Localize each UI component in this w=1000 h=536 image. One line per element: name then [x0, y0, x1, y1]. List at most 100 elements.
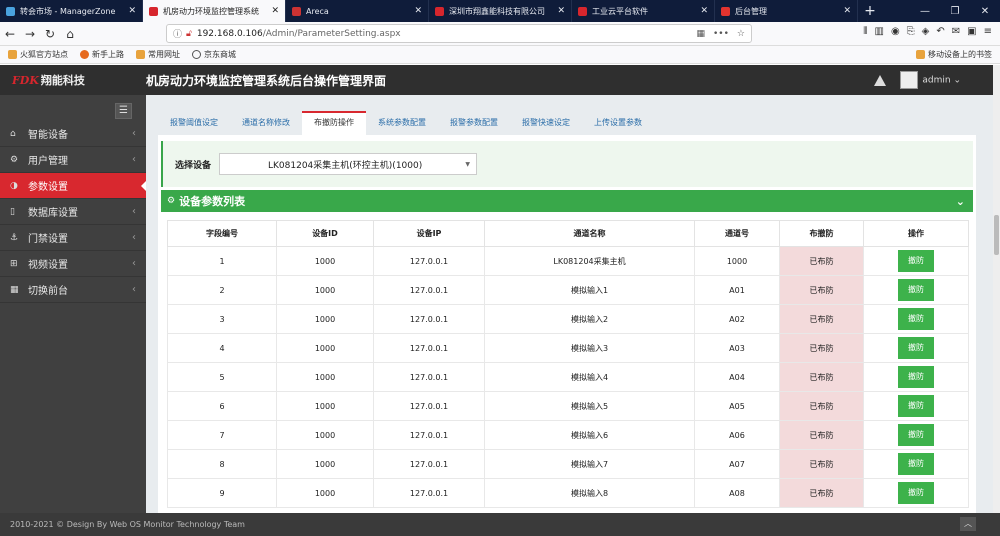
close-tab-icon[interactable]: ✕ [700, 6, 708, 16]
minimize-icon[interactable]: — [910, 0, 940, 22]
table-cell: 已布防 [779, 449, 864, 479]
user-menu[interactable]: admin ⌄ [900, 71, 961, 89]
close-window-icon[interactable]: ✕ [970, 0, 1000, 22]
table-cell: 已布防 [779, 333, 864, 363]
undo-icon[interactable]: ↶ [936, 26, 944, 37]
table-cell: 已布防 [779, 275, 864, 305]
settings-tab[interactable]: 系统参数配置 [366, 111, 438, 135]
browser-tab[interactable]: 工业云平台软件 ✕ [572, 0, 715, 22]
close-tab-icon[interactable]: ✕ [271, 6, 279, 16]
sidebar-item-label: 参数设置 [28, 182, 68, 193]
settings-tab[interactable]: 报警快速设定 [510, 111, 582, 135]
grid-icon: ▦ [10, 284, 19, 295]
scrollbar-thumb[interactable] [994, 215, 999, 255]
sidebar-item-label: 数据库设置 [28, 208, 78, 219]
sidebar-item[interactable]: ▯ 数据库设置 ‹ [0, 199, 146, 225]
settings-tab[interactable]: 报警阈值设定 [158, 111, 230, 135]
favicon-icon [6, 6, 15, 16]
table-cell: 1000 [276, 478, 374, 508]
address-bar[interactable]: ⓘ 🔓︎ 192.168.0.106/Admin/ParameterSettin… [166, 24, 752, 43]
sidebar-item[interactable]: ⊞ 视频设置 ‹ [0, 251, 146, 277]
table-cell: 已布防 [779, 391, 864, 421]
disarm-button[interactable]: 撤防 [898, 395, 934, 417]
settings-tab[interactable]: 上传设置参数 [582, 111, 654, 135]
disarm-button[interactable]: 撤防 [898, 453, 934, 475]
chat-icon[interactable]: ✉ [952, 26, 960, 37]
sidebar-item[interactable]: ⚙ 用户管理 ‹ [0, 147, 146, 173]
column-header: 操作 [863, 220, 969, 247]
window-controls: — ❐ ✕ [910, 0, 1000, 22]
avatar [900, 71, 919, 89]
home-icon[interactable]: ⌂ [60, 27, 80, 41]
table-cell: A01 [694, 275, 780, 305]
forward-icon[interactable]: → [20, 27, 40, 41]
qr-code-icon[interactable]: ▦ [696, 29, 705, 39]
disarm-button[interactable]: 撤防 [898, 482, 934, 504]
bookmark-jd[interactable]: 京东商城 [192, 49, 236, 60]
table-cell: A04 [694, 362, 780, 392]
disarm-button[interactable]: 撤防 [898, 424, 934, 446]
disarm-button[interactable]: 撤防 [898, 337, 934, 359]
bookmark-icon: ▯ [10, 206, 15, 217]
table-cell: 1000 [694, 246, 780, 276]
footer: 2010-2021 © Design By Web OS Monitor Tec… [0, 513, 1000, 536]
extension-icon[interactable]: ◈ [922, 26, 930, 37]
account-icon[interactable]: ◉ [891, 26, 900, 37]
action-cell: 撤防 [863, 362, 969, 392]
new-tab-button[interactable]: + [858, 0, 882, 22]
addon-icon[interactable]: ▣ [967, 26, 976, 37]
table-cell: 1000 [276, 275, 374, 305]
browser-tab[interactable]: 转会市场 - ManagerZone ✕ [0, 0, 143, 22]
table-cell: 127.0.0.1 [373, 420, 485, 450]
back-icon[interactable]: ← [0, 27, 20, 41]
page-actions-icon[interactable]: ••• [713, 29, 729, 39]
alert-icon[interactable] [874, 74, 887, 86]
sidebar-collapse-button[interactable]: ☰ [115, 103, 132, 119]
settings-tab[interactable]: 通道名称修改 [230, 111, 302, 135]
page-info-icon[interactable]: ⓘ [173, 27, 182, 40]
close-tab-icon[interactable]: ✕ [128, 6, 136, 16]
back-to-top-button[interactable]: ︿ [960, 517, 976, 531]
bookmark-firefox[interactable]: 火狐官方站点 [8, 49, 68, 60]
device-select[interactable]: LK081204采集主机(环控主机)(1000) ▼ [219, 153, 478, 175]
sidebar-item[interactable]: ⚓ 门禁设置 ‹ [0, 225, 146, 251]
settings-tab[interactable]: 报警参数配置 [438, 111, 510, 135]
page-scrollbar[interactable] [993, 65, 1000, 513]
sidebar-item[interactable]: ◑ 参数设置 [0, 173, 147, 199]
bookmark-common[interactable]: 常用网址 [136, 49, 180, 60]
settings-tab[interactable]: 布撤防操作 [302, 111, 366, 135]
screenshot-icon[interactable]: ⎘ [907, 26, 915, 37]
close-tab-icon[interactable]: ✕ [843, 6, 851, 16]
close-tab-icon[interactable]: ✕ [557, 6, 565, 16]
sidebar-toggle-icon[interactable]: ▥ [874, 26, 883, 37]
table-cell: 模拟输入7 [484, 449, 695, 479]
chevron-down-icon[interactable]: ⌄ [956, 195, 965, 208]
mobile-bookmarks[interactable]: 移动设备上的书签 [916, 49, 992, 60]
action-cell: 撤防 [863, 391, 969, 421]
browser-tab[interactable]: 深圳市翔鑫能科技有限公司 ✕ [429, 0, 572, 22]
parameter-table: 字段编号 设备ID 设备IP 通道名称 通道号 布撤防 操作 1 1000 127.0.0.1 L… [167, 220, 969, 508]
browser-tab-label: 工业云平台软件 [592, 6, 648, 16]
table-cell: A07 [694, 449, 780, 479]
reload-icon[interactable]: ↻ [40, 27, 60, 41]
disarm-button[interactable]: 撤防 [898, 366, 934, 388]
bookmark-getting-started[interactable]: 新手上路 [80, 49, 124, 60]
parameter-table-wrap: 字段编号 设备ID 设备IP 通道名称 通道号 布撤防 操作 1 1000 127.0.0.1 L… [167, 220, 969, 508]
menu-icon[interactable]: ≡ [984, 26, 992, 37]
sidebar-item[interactable]: ▦ 切换前台 ‹ [0, 277, 146, 303]
disarm-button[interactable]: 撤防 [898, 250, 934, 272]
browser-tab[interactable]: Areca ✕ [286, 0, 429, 22]
sidebar-item[interactable]: ⌂ 智能设备 ‹ [0, 121, 146, 147]
restore-icon[interactable]: ❐ [940, 0, 970, 22]
disarm-button[interactable]: 撤防 [898, 279, 934, 301]
library-icon[interactable]: ⫴ [863, 26, 867, 37]
close-tab-icon[interactable]: ✕ [414, 6, 422, 16]
browser-tab[interactable]: 后台管理 ✕ [715, 0, 858, 22]
chevron-left-icon: ‹ [132, 284, 136, 295]
globe-icon [192, 50, 201, 59]
sidebar: ☰ ⌂ 智能设备 ‹ ⚙ 用户管理 ‹ ◑ 参数设置 ▯ 数据库设置 ‹ ⚓ 门禁设置 ‹ ⊞ 视频设置 ‹ ▦ 切… [0, 95, 147, 513]
browser-tab[interactable]: 机房动力环境监控管理系统 ✕ [143, 0, 286, 22]
bookmark-star-icon[interactable]: ☆ [737, 29, 745, 39]
table-cell: 127.0.0.1 [373, 362, 485, 392]
disarm-button[interactable]: 撤防 [898, 308, 934, 330]
